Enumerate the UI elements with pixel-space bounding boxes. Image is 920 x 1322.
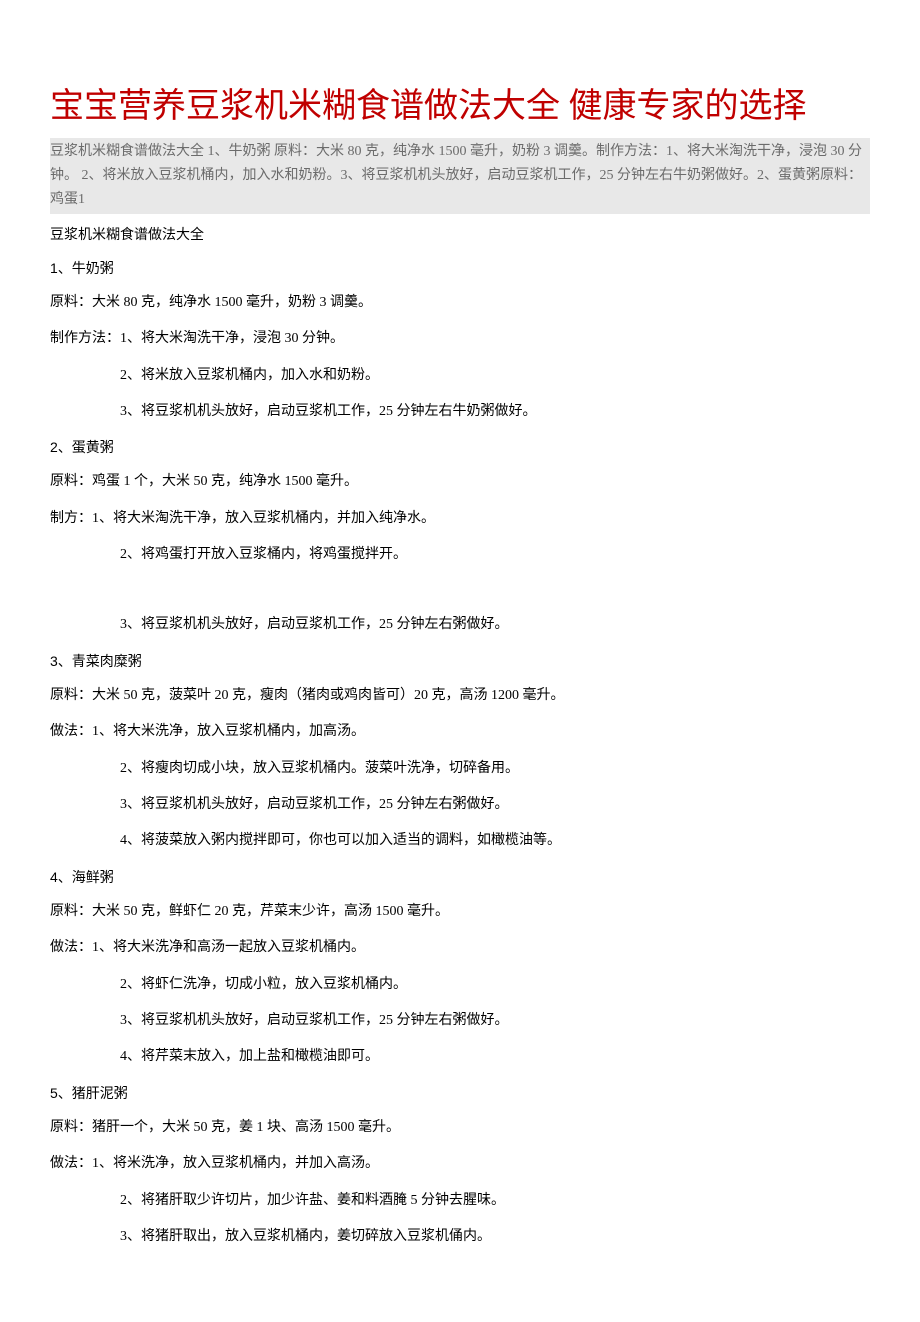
recipe-step: 2、将瘦肉切成小块，放入豆浆机桶内。菠菜叶洗净，切碎备用。 — [50, 758, 870, 780]
recipe-ingredients: 原料：大米 50 克，鲜虾仁 20 克，芹菜末少许，高汤 1500 毫升。 — [50, 901, 870, 923]
recipe-step: 制作方法：1、将大米淘洗干净，浸泡 30 分钟。 — [50, 328, 870, 350]
recipe-ingredients: 原料：猪肝一个，大米 50 克，姜 1 块、高汤 1500 毫升。 — [50, 1117, 870, 1139]
recipe-ingredients: 原料：大米 80 克，纯净水 1500 毫升，奶粉 3 调羹。 — [50, 292, 870, 314]
recipe-ingredients: 原料：大米 50 克，菠菜叶 20 克，瘦肉（猪肉或鸡肉皆可）20 克，高汤 1… — [50, 685, 870, 707]
recipe-name: 3、青菜肉糜粥 — [50, 651, 870, 671]
intro-summary: 豆浆机米糊食谱做法大全 1、牛奶粥 原料：大米 80 克，纯净水 1500 毫升… — [50, 138, 870, 213]
recipe-name: 4、海鲜粥 — [50, 867, 870, 887]
recipe-step: 2、将猪肝取少许切片，加少许盐、姜和料酒腌 5 分钟去腥味。 — [50, 1190, 870, 1212]
recipe-ingredients: 原料：鸡蛋 1 个，大米 50 克，纯净水 1500 毫升。 — [50, 471, 870, 493]
recipe-step: 制方：1、将大米淘洗干净，放入豆浆机桶内，并加入纯净水。 — [50, 508, 870, 530]
recipe-step: 3、将豆浆机机头放好，启动豆浆机工作，25 分钟左右粥做好。 — [50, 794, 870, 816]
recipe-step: 3、将猪肝取出，放入豆浆机桶内，姜切碎放入豆浆机俑内。 — [50, 1226, 870, 1248]
recipe-step: 2、将虾仁洗净，切成小粒，放入豆浆机桶内。 — [50, 974, 870, 996]
recipe-step: 做法：1、将大米洗净和高汤一起放入豆浆机桶内。 — [50, 937, 870, 959]
recipe-name: 1、牛奶粥 — [50, 258, 870, 278]
recipe-step: 3、将豆浆机机头放好，启动豆浆机工作，25 分钟左右粥做好。 — [50, 614, 870, 636]
recipe-step: 3、将豆浆机机头放好，启动豆浆机工作，25 分钟左右牛奶粥做好。 — [50, 401, 870, 423]
recipe-name: 2、蛋黄粥 — [50, 437, 870, 457]
recipe-step: 3、将豆浆机机头放好，启动豆浆机工作，25 分钟左右粥做好。 — [50, 1010, 870, 1032]
page-title: 宝宝营养豆浆机米糊食谱做法大全 健康专家的选择 — [50, 83, 870, 131]
recipe-step: 2、将米放入豆浆机桶内，加入水和奶粉。 — [50, 365, 870, 387]
section-header: 豆浆机米糊食谱做法大全 — [50, 224, 870, 244]
recipe-step: 做法：1、将大米洗净，放入豆浆机桶内，加高汤。 — [50, 721, 870, 743]
recipe-step: 4、将芹菜末放入，加上盐和橄榄油即可。 — [50, 1046, 870, 1068]
recipe-step: 2、将鸡蛋打开放入豆浆桶内，将鸡蛋搅拌开。 — [50, 544, 870, 566]
recipe-step: 做法：1、将米洗净，放入豆浆机桶内，并加入高汤。 — [50, 1153, 870, 1175]
recipe-name: 5、猪肝泥粥 — [50, 1083, 870, 1103]
recipe-step: 4、将菠菜放入粥内搅拌即可，你也可以加入适当的调料，如橄榄油等。 — [50, 830, 870, 852]
